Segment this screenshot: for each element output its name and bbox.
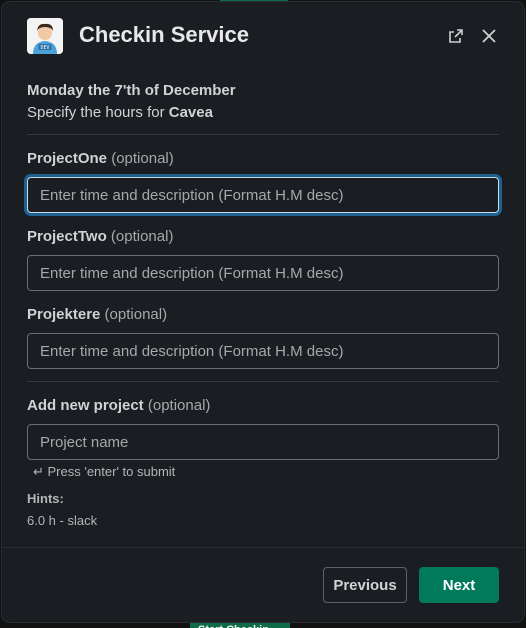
date-heading: Monday the 7'th of December bbox=[27, 82, 236, 99]
optional-tag: (optional) bbox=[111, 150, 174, 167]
hints-title: Hints: bbox=[27, 491, 64, 506]
project-label-3: Projektere (optional) bbox=[27, 306, 167, 323]
new-project-title: Add new project bbox=[27, 397, 144, 414]
project-name: ProjectOne bbox=[27, 150, 108, 167]
hints-text: 6.0 h - slack bbox=[27, 513, 98, 528]
specify-hours-text: Specify the hours for Cavea bbox=[27, 102, 499, 124]
app-avatar: DEV bbox=[27, 18, 63, 54]
section-divider bbox=[27, 134, 499, 135]
optional-tag: (optional) bbox=[147, 397, 211, 414]
next-button[interactable]: Next bbox=[419, 567, 499, 603]
project-input-3[interactable] bbox=[27, 333, 499, 369]
specify-prefix: Specify the hours for bbox=[27, 104, 169, 121]
close-icon[interactable] bbox=[477, 24, 501, 48]
optional-tag: (optional) bbox=[110, 228, 174, 245]
intro-section: Monday the 7'th of December Specify the … bbox=[27, 80, 499, 124]
project-name: Projektere bbox=[27, 306, 101, 323]
company-name: Cavea bbox=[168, 104, 213, 121]
external-link-icon[interactable] bbox=[444, 24, 468, 48]
project-name: ProjectTwo bbox=[27, 228, 107, 245]
project-input-2[interactable] bbox=[27, 255, 499, 291]
modal-header: DEV Checkin Service bbox=[2, 2, 524, 72]
new-project-label: Add new project (optional) bbox=[27, 397, 210, 414]
project-label-1: ProjectOne (optional) bbox=[27, 150, 174, 167]
project-label-2: ProjectTwo (optional) bbox=[27, 228, 173, 245]
checkin-modal: DEV Checkin Service Monday the 7'th of D… bbox=[2, 2, 524, 622]
avatar-badge-text: DEV bbox=[40, 45, 49, 51]
footer-divider bbox=[2, 547, 524, 548]
developer-avatar-icon: DEV bbox=[27, 18, 63, 54]
section-divider bbox=[27, 381, 499, 382]
optional-tag: (optional) bbox=[104, 306, 168, 323]
start-checkin-button-background: Start Checkin bbox=[190, 623, 290, 628]
previous-button[interactable]: Previous bbox=[323, 567, 407, 603]
modal-title: Checkin Service bbox=[79, 22, 249, 47]
enter-submit-hint: ↵ Press 'enter' to submit bbox=[33, 464, 176, 479]
new-project-input[interactable] bbox=[27, 424, 499, 460]
project-input-1[interactable] bbox=[27, 177, 499, 213]
